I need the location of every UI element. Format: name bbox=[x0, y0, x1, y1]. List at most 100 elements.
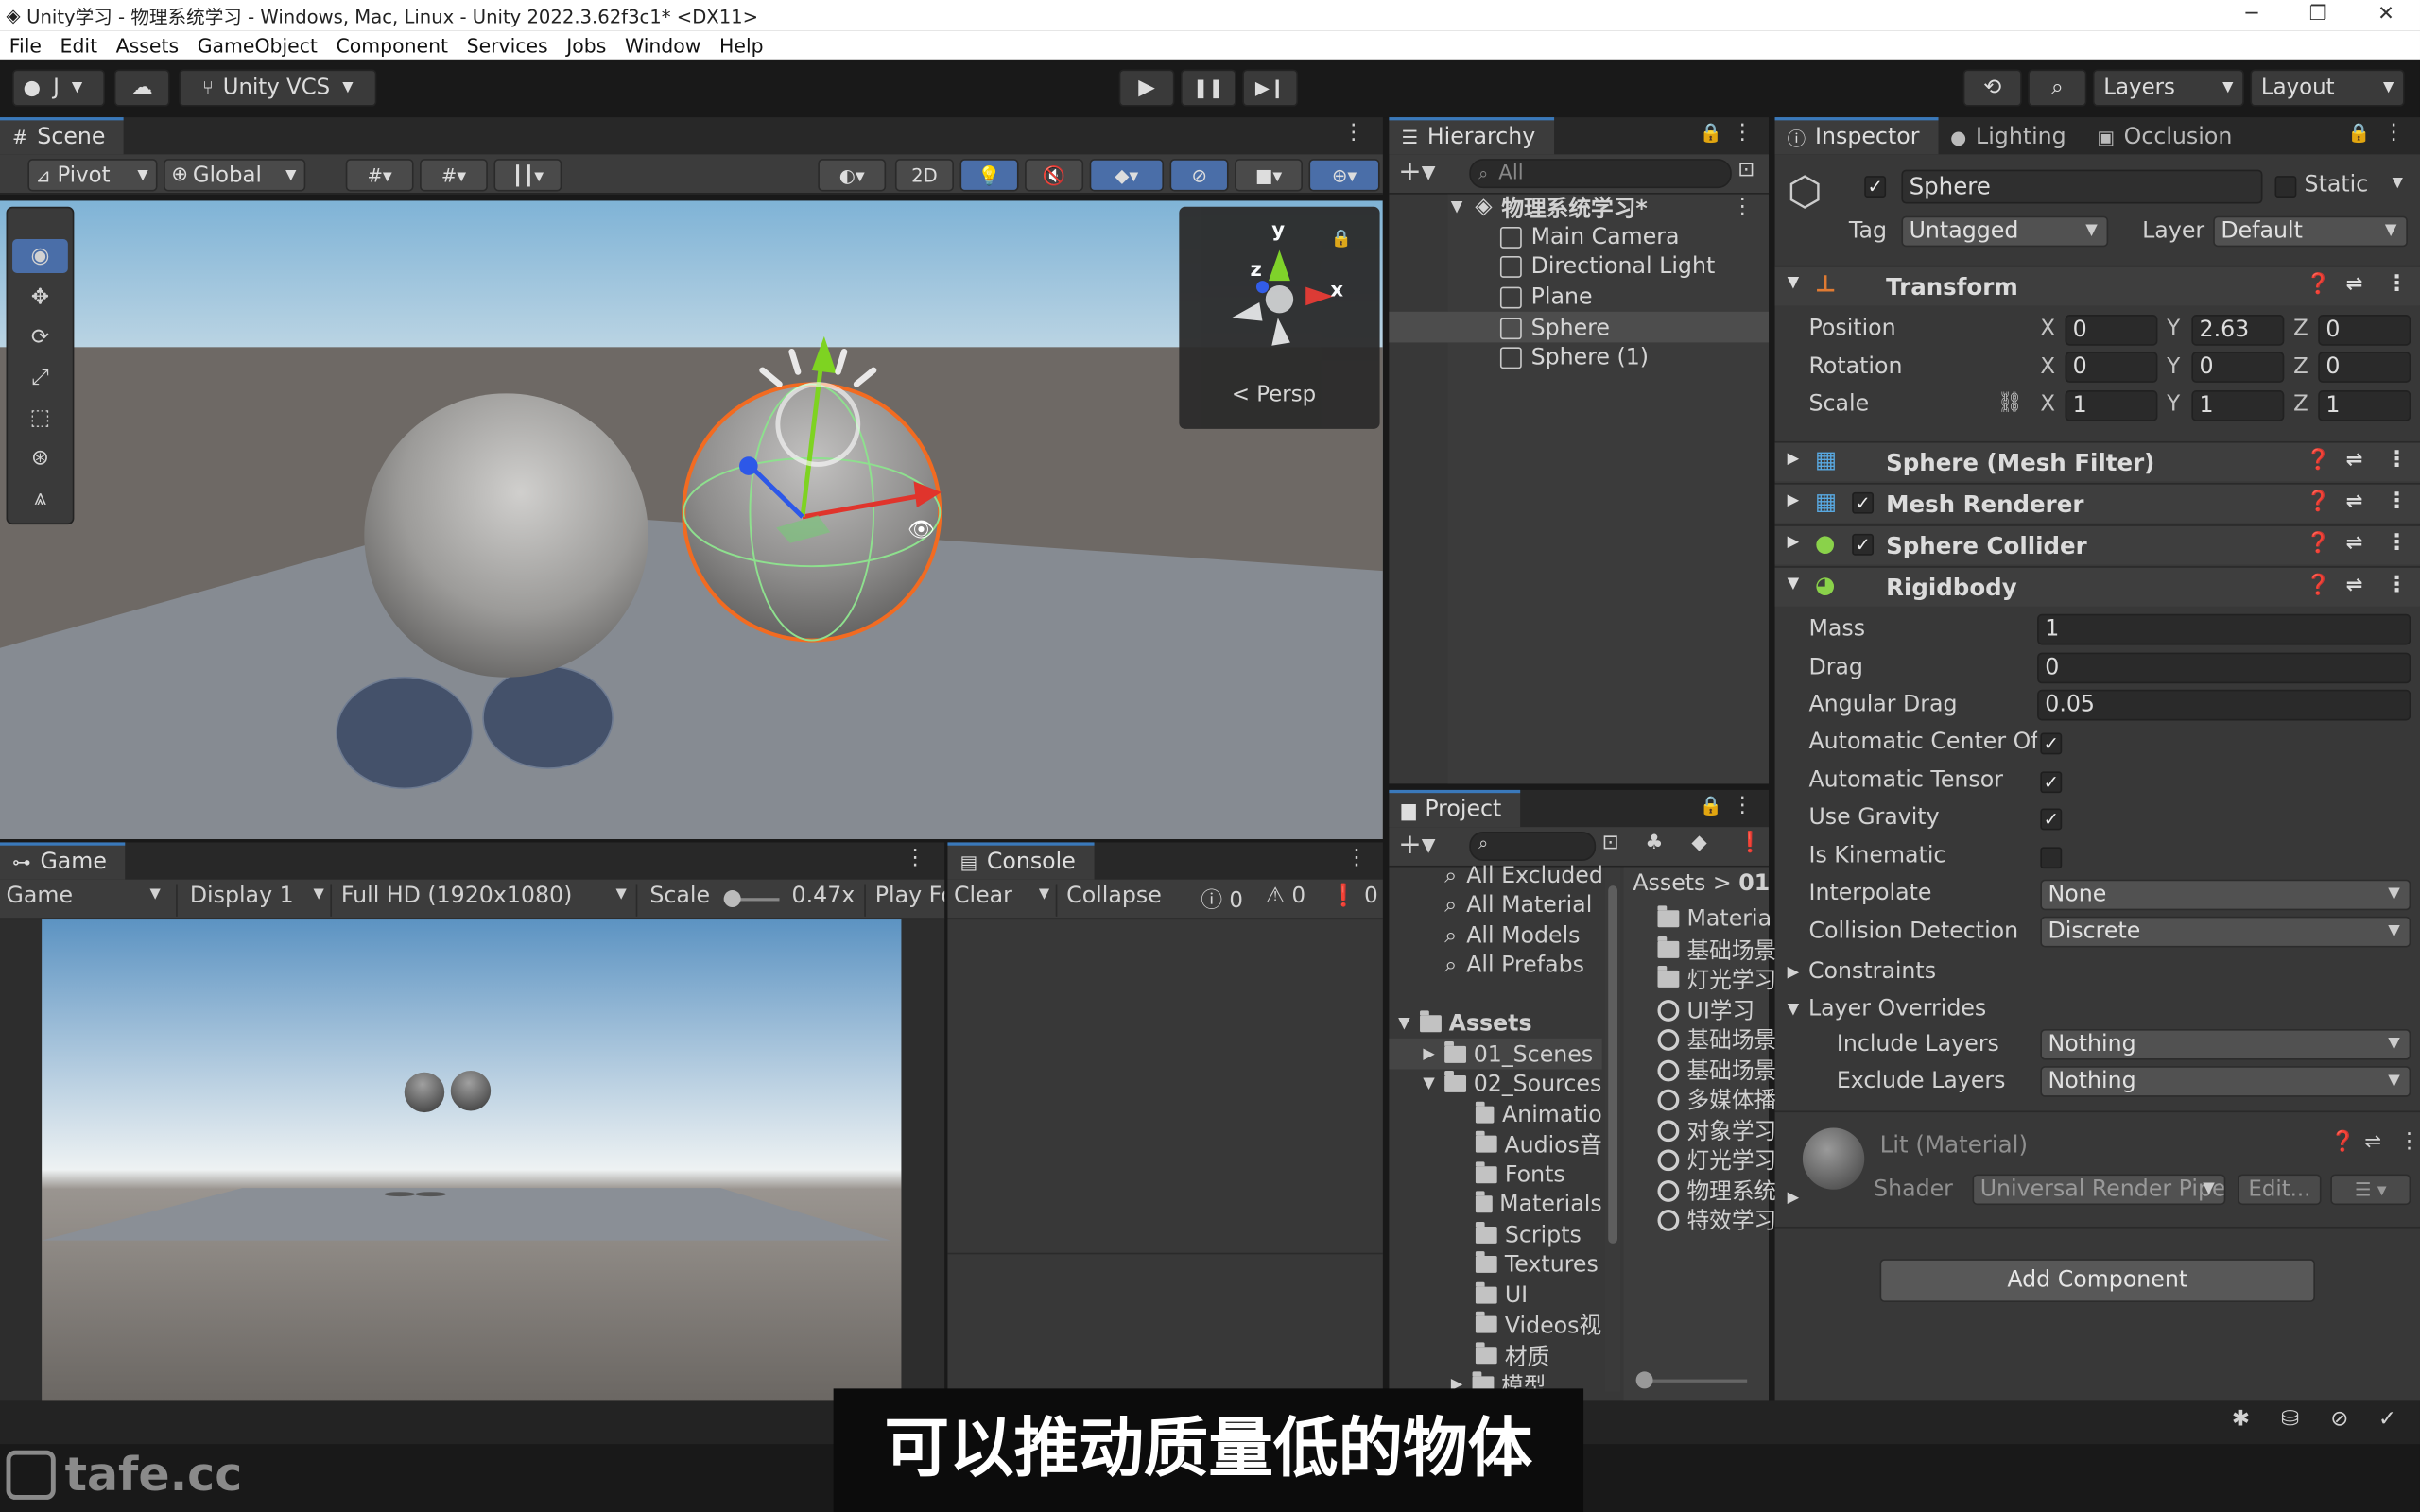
tab-inspector[interactable]: ⓘ Inspector bbox=[1774, 117, 1939, 155]
folder-item[interactable]: Animatio bbox=[1475, 1100, 1602, 1129]
help-icon[interactable]: ❓ bbox=[2306, 449, 2330, 472]
preset-icon[interactable]: ⇌ bbox=[2346, 574, 2363, 596]
mesh-filter-header[interactable]: ▶ ▦ Sphere (Mesh Filter) ❓ ⇌ ⋮ bbox=[1774, 440, 2420, 482]
scale-tool[interactable]: ⤢ bbox=[12, 361, 68, 395]
more-options-icon[interactable]: ⋮ bbox=[2386, 573, 2408, 597]
hierarchy-item[interactable]: Sphere (1) bbox=[1499, 342, 1649, 371]
interpolate-dropdown[interactable]: None bbox=[2040, 879, 2411, 911]
hierarchy-search-input[interactable]: ⌕ All bbox=[1469, 159, 1732, 189]
scale-x-field[interactable]: 1 bbox=[2065, 390, 2158, 421]
folder-item[interactable]: Fonts bbox=[1475, 1160, 1602, 1190]
shader-options-button[interactable]: ☰ ▾ bbox=[2330, 1174, 2411, 1206]
folder-item[interactable]: UI bbox=[1475, 1280, 1602, 1310]
move-tool[interactable]: ✥ bbox=[12, 281, 68, 315]
asset-item[interactable]: 物理系统 bbox=[1657, 1176, 1776, 1205]
help-icon[interactable]: ❓ bbox=[2306, 490, 2330, 513]
hierarchy-item[interactable]: Directional Light bbox=[1499, 251, 1715, 281]
more-options-icon[interactable]: ⋮ bbox=[2386, 447, 2408, 472]
more-options-icon[interactable]: ⋮ bbox=[1732, 793, 1754, 817]
play-focus-dropdown[interactable]: Play Fo bbox=[864, 884, 944, 917]
more-options-icon[interactable]: ⋮ bbox=[2386, 490, 2408, 514]
folder-item[interactable]: 材质 bbox=[1475, 1341, 1602, 1370]
mass-field[interactable]: 1 bbox=[2037, 613, 2411, 645]
link-icon[interactable]: ⛓ bbox=[1997, 392, 2023, 415]
use-gravity-checkbox[interactable]: ✓ bbox=[2040, 808, 2063, 831]
filter-type-icon[interactable]: ♣ bbox=[1645, 832, 1663, 854]
folder-item[interactable]: ▶ 01_Scenes bbox=[1423, 1040, 1601, 1069]
sphere-collider-header[interactable]: ▶ ● ✓ Sphere Collider ❓ ⇌ ⋮ bbox=[1774, 524, 2420, 565]
active-checkbox[interactable]: ✓ bbox=[1864, 176, 1887, 198]
rotation-z-field[interactable]: 0 bbox=[2318, 352, 2411, 383]
play-button[interactable]: ▶ bbox=[1118, 69, 1175, 107]
search-scope-icon[interactable]: ⊡ bbox=[1602, 832, 1619, 854]
step-button[interactable]: ▶❙ bbox=[1242, 69, 1299, 107]
gizmos-button[interactable]: ⊕▾ bbox=[1308, 159, 1380, 192]
alert-icon[interactable]: ❗ bbox=[1737, 832, 1762, 854]
2d-toggle[interactable]: 2D bbox=[894, 159, 954, 192]
asset-item[interactable]: UI学习 bbox=[1657, 995, 1754, 1024]
tab-lighting[interactable]: ● Lighting bbox=[1938, 117, 2085, 155]
menu-services[interactable]: Services bbox=[458, 33, 558, 56]
icon-size-slider[interactable] bbox=[1635, 1371, 1748, 1389]
auto-center-checkbox[interactable]: ✓ bbox=[2040, 732, 2063, 755]
menu-assets[interactable]: Assets bbox=[107, 33, 188, 56]
cloud-button[interactable]: ☁ bbox=[113, 69, 170, 107]
more-options-icon[interactable]: ⋮ bbox=[1342, 120, 1364, 145]
position-x-field[interactable]: 0 bbox=[2065, 315, 2158, 346]
menu-gameobject[interactable]: GameObject bbox=[188, 33, 327, 56]
tab-scene[interactable]: # Scene bbox=[0, 117, 125, 155]
rotation-x-field[interactable]: 0 bbox=[2065, 352, 2158, 383]
tab-game[interactable]: ⊶ Game bbox=[0, 842, 126, 880]
scene-root-item[interactable]: ▼ ◈ 物理系统学习* bbox=[1451, 191, 1648, 222]
scene-visibility-icon[interactable]: ⊡ bbox=[1737, 159, 1754, 181]
preset-icon[interactable]: ⇌ bbox=[2364, 1131, 2381, 1154]
auto-tensor-checkbox[interactable]: ✓ bbox=[2040, 771, 2063, 794]
asset-item[interactable]: 灯光学习 bbox=[1657, 964, 1776, 993]
more-options-icon[interactable]: ⋮ bbox=[1732, 120, 1754, 145]
position-z-field[interactable]: 0 bbox=[2318, 315, 2411, 346]
help-icon[interactable]: ❓ bbox=[2330, 1131, 2355, 1154]
transform-tool[interactable]: ⊛ bbox=[12, 441, 68, 475]
label-icon[interactable]: ◆ bbox=[1691, 832, 1706, 854]
hierarchy-item[interactable]: Plane bbox=[1499, 283, 1593, 312]
more-options-icon[interactable]: ⋮ bbox=[2386, 271, 2408, 296]
help-icon[interactable]: ❓ bbox=[2306, 574, 2330, 596]
vcs-button[interactable]: ⑂ Unity VCS ▼ bbox=[179, 69, 377, 107]
menu-component[interactable]: Component bbox=[327, 33, 458, 56]
rotation-y-field[interactable]: 0 bbox=[2191, 352, 2285, 383]
search-button[interactable]: ⌕ bbox=[2028, 69, 2087, 107]
menu-file[interactable]: File bbox=[0, 33, 51, 56]
more-options-icon[interactable]: ⋮ bbox=[1732, 195, 1754, 219]
scene-viewport[interactable]: 👁 ◉ ✥ ⟳ ⤢ ⬚ ⊛ ⩓ 🔒 y x z < Persp bbox=[0, 200, 1383, 840]
clear-button[interactable]: Clear ▼ bbox=[954, 885, 1052, 917]
menu-help[interactable]: Help bbox=[710, 33, 772, 56]
help-icon[interactable]: ❓ bbox=[2306, 273, 2330, 296]
folder-item[interactable]: Scripts bbox=[1475, 1220, 1602, 1249]
global-toggle[interactable]: ⊕ Global ▼ bbox=[164, 159, 306, 192]
preset-icon[interactable]: ⇌ bbox=[2346, 273, 2363, 296]
lock-icon[interactable]: 🔒 bbox=[2347, 122, 2370, 144]
asset-item[interactable]: 灯光学习 bbox=[1657, 1144, 1776, 1174]
bug-off-icon[interactable]: ⊘ bbox=[2330, 1407, 2348, 1432]
include-layers-dropdown[interactable]: Nothing bbox=[2040, 1028, 2411, 1060]
drag-field[interactable]: 0 bbox=[2037, 652, 2411, 684]
breadcrumb-item[interactable]: Assets bbox=[1633, 871, 1705, 896]
persp-label[interactable]: < Persp bbox=[1232, 383, 1316, 407]
pivot-toggle[interactable]: ⊿ Pivot ▼ bbox=[27, 159, 158, 192]
game-mode-dropdown[interactable]: Game ▼ bbox=[7, 885, 167, 917]
collapse-toggle[interactable]: Collapse bbox=[1055, 884, 1188, 917]
scale-z-field[interactable]: 1 bbox=[2318, 390, 2411, 421]
camera-button[interactable]: ■▾ bbox=[1235, 159, 1303, 192]
layer-dropdown[interactable]: Default bbox=[2213, 215, 2408, 248]
folder-item[interactable]: Materials bbox=[1475, 1190, 1602, 1219]
folder-item[interactable]: Audios音 bbox=[1475, 1129, 1602, 1159]
menu-edit[interactable]: Edit bbox=[51, 33, 107, 56]
layout-dropdown[interactable]: Layout ▼ bbox=[2250, 69, 2405, 107]
favorite-item[interactable]: ⌕ All Material bbox=[1444, 890, 1592, 919]
collision-detection-dropdown[interactable]: Discrete bbox=[2040, 916, 2411, 948]
add-icon[interactable]: +▾ bbox=[1398, 156, 1435, 188]
sphere-collider-enabled-checkbox[interactable]: ✓ bbox=[1852, 533, 1875, 556]
rotate-tool[interactable]: ⟳ bbox=[12, 321, 68, 355]
folder-item[interactable]: Videos视 bbox=[1475, 1310, 1602, 1339]
edit-shader-button[interactable]: Edit... bbox=[2238, 1174, 2322, 1206]
